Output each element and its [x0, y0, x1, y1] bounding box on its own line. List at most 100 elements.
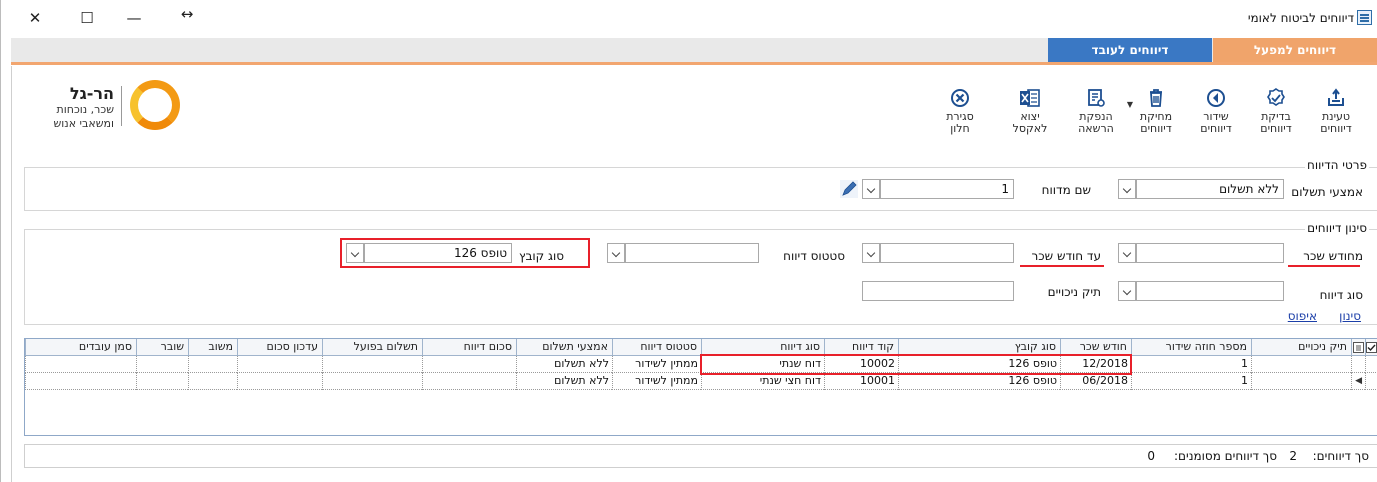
logo-name: הר-גל: [69, 84, 114, 103]
col-report-amount[interactable]: סכום דיווח: [422, 339, 516, 356]
maximize-button[interactable]: ☐: [73, 6, 101, 30]
payment-method-field[interactable]: ללא תשלום: [1136, 179, 1284, 199]
cell-contract-number: 1: [1131, 356, 1251, 373]
from-month-underline: [1288, 265, 1360, 267]
row-indicator-cell: [1351, 356, 1365, 373]
payment-method-dropdown[interactable]: [1118, 179, 1136, 199]
delete-reports-label: מחיקת דיווחים: [1139, 110, 1173, 135]
minimize-button[interactable]: —: [120, 6, 148, 30]
cell-report-amount: [422, 356, 516, 373]
reset-link[interactable]: איפוס: [1288, 309, 1317, 323]
company-logo: הר-גל שכר, נוכחות ומשאבי אנוש: [20, 78, 180, 134]
cell-actual-payment: [322, 356, 422, 373]
arrow-circle-left-icon: [1207, 89, 1225, 107]
cell-file-type: טופס 126: [898, 373, 1060, 390]
cell-feedback: [188, 356, 237, 373]
grid-footer: סך דיווחים: 2 סך דיווחים מסומנים: 0: [24, 444, 1377, 468]
badge-check-icon: [1267, 88, 1285, 106]
to-month-label: עד חודש שכר: [1031, 249, 1101, 263]
export-excel-label: יצוא לאקסל: [1012, 110, 1048, 135]
deductions-file-filter-field[interactable]: [862, 281, 1014, 301]
col-contract-number[interactable]: מספר חוזה שידור: [1131, 339, 1251, 356]
cell-report-amount: [422, 373, 516, 390]
cell-payment-method: ללא תשלום: [516, 373, 612, 390]
cell-voucher: [136, 373, 188, 390]
selected-reports-value: 0: [1147, 449, 1155, 463]
report-type-label: סוג דיווח: [1319, 288, 1363, 302]
cell-actual-payment: [322, 373, 422, 390]
cell-voucher: [136, 356, 188, 373]
delete-reports-button[interactable]: מחיקת דיווחים: [1127, 88, 1185, 135]
cell-payment-method: ללא תשלום: [516, 356, 612, 373]
to-month-dropdown[interactable]: [862, 243, 880, 263]
from-month-field[interactable]: [1136, 243, 1284, 263]
row-checkbox-cell[interactable]: [1365, 356, 1377, 373]
send-reports-button[interactable]: שידור דיווחים: [1187, 88, 1245, 135]
reporter-name-field[interactable]: 1: [880, 179, 1014, 199]
col-feedback[interactable]: משוב: [188, 339, 237, 356]
cell-report-status: ממתין לשידור: [612, 356, 701, 373]
restore-resize-icon[interactable]: ↔: [173, 2, 201, 26]
col-voucher[interactable]: שובר: [136, 339, 188, 356]
close-window-toolbar-button[interactable]: סגירת חלון: [931, 88, 989, 135]
title-bar: ✕ ☐ — ↔ דיווחים לביטוח לאומי: [1, 0, 1377, 36]
checkbox-checked-icon: [1366, 342, 1377, 353]
cell-report-code: 10001: [824, 373, 898, 390]
col-actual-payment[interactable]: תשלום בפועל: [322, 339, 422, 356]
report-type-dropdown[interactable]: [1118, 281, 1136, 301]
issue-permit-dropdown-icon[interactable]: ▼: [1127, 100, 1133, 109]
app-window: ✕ ☐ — ↔ דיווחים לביטוח לאומי דיווחים למפ…: [0, 0, 1377, 482]
status-dropdown[interactable]: [607, 243, 625, 263]
cell-report-status: ממתין לשידור: [612, 373, 701, 390]
col-mark-employees[interactable]: סמן עובדים: [25, 339, 136, 356]
select-all-header[interactable]: [1365, 339, 1377, 356]
report-details-title: פרטי הדיווח: [1305, 158, 1369, 172]
row-checkbox-cell[interactable]: [1365, 373, 1377, 390]
col-deductions-file[interactable]: תיק ניכויים: [1251, 339, 1351, 356]
status-field[interactable]: [625, 243, 759, 263]
to-month-field[interactable]: [880, 243, 1014, 263]
col-report-status[interactable]: סטטוס דיווח: [612, 339, 701, 356]
tray-upload-icon: [1328, 88, 1344, 106]
col-payment-method[interactable]: אמצעי תשלום: [516, 339, 612, 356]
from-month-label: מחודש שכר: [1303, 249, 1363, 263]
cell-deductions-file: [1251, 356, 1351, 373]
filter-title: סינון דיווחים: [1305, 221, 1369, 235]
reporter-name-dropdown[interactable]: [862, 179, 880, 199]
filter-link[interactable]: סינון: [1339, 309, 1361, 323]
main-content: טעינת דיווחים בדיקת דיווחים שידור דיווחי…: [11, 66, 1377, 482]
logo-ring-icon: [130, 80, 180, 130]
from-month-dropdown[interactable]: [1118, 243, 1136, 263]
grid-options-header[interactable]: [1351, 339, 1365, 356]
logo-divider: [121, 86, 122, 126]
col-amount-update[interactable]: עדכון סכום: [237, 339, 322, 356]
cell-deductions-file: [1251, 373, 1351, 390]
check-reports-button[interactable]: בדיקת דיווחים: [1247, 88, 1305, 135]
load-reports-label: טעינת דיווחים: [1320, 110, 1352, 135]
status-label: סטטוס דיווח: [783, 249, 845, 263]
close-window-label: סגירת חלון: [946, 110, 974, 135]
issue-permit-button[interactable]: הנפקת הרשאה: [1067, 88, 1125, 135]
tab-strip: דיווחים למפעל דיווחים לעובד: [11, 38, 1377, 65]
logo-tagline-1: שכר, נוכחות: [56, 103, 114, 116]
window-title: דיווחים לביטוח לאומי: [1247, 11, 1354, 25]
excel-icon: [1020, 89, 1040, 107]
export-excel-button[interactable]: יצוא לאקסל: [1001, 88, 1059, 135]
edit-pencil-icon[interactable]: [840, 180, 858, 198]
close-window-button[interactable]: ✕: [21, 6, 49, 30]
document-gear-icon: [1088, 89, 1105, 107]
file-type-field[interactable]: טופס 126: [364, 243, 512, 263]
tab-employee-reports[interactable]: דיווחים לעובד: [1048, 38, 1212, 62]
cell-amount-update: [237, 356, 322, 373]
total-reports-value: 2: [1289, 449, 1297, 463]
total-reports-label: סך דיווחים:: [1312, 449, 1369, 463]
cell-mark-employees: [25, 373, 136, 390]
report-type-field[interactable]: [1136, 281, 1284, 301]
grid-menu-icon: [1353, 342, 1364, 353]
issue-permit-label: הנפקת הרשאה: [1078, 110, 1114, 135]
load-reports-button[interactable]: טעינת דיווחים: [1307, 88, 1365, 135]
cell-mark-employees: [25, 356, 136, 373]
file-type-dropdown[interactable]: [346, 243, 364, 263]
tab-factory-reports[interactable]: דיווחים למפעל: [1213, 38, 1377, 62]
row-highlight: [700, 354, 1132, 375]
